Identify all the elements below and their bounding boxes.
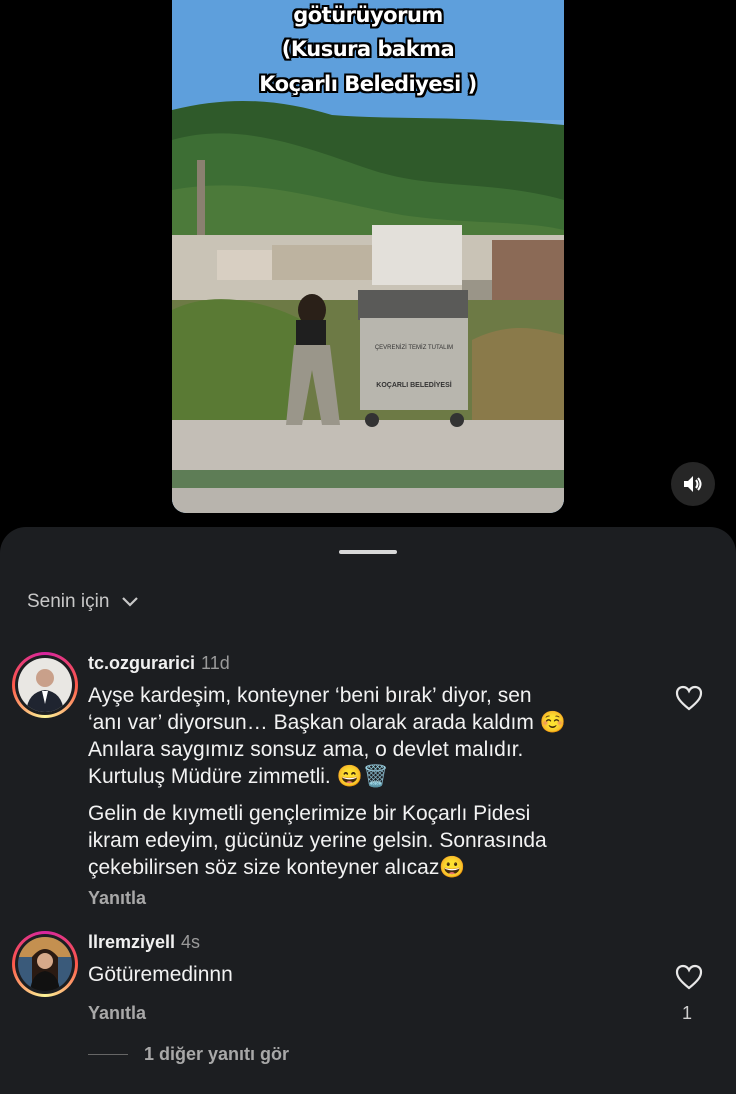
avatar-image	[18, 658, 72, 712]
reply-button[interactable]: Yanıtla	[88, 1003, 146, 1024]
view-more-replies-label: 1 diğer yanıtı gör	[144, 1044, 290, 1064]
sort-filter-dropdown[interactable]: Senin için	[27, 591, 139, 613]
drag-handle[interactable]	[339, 550, 397, 554]
comment-line: Kurtuluş Müdüre zimmetli. 😄🗑️	[88, 765, 389, 788]
comment-username[interactable]: tc.ozgurarici 11d	[88, 653, 230, 674]
comment-text: Ayşe kardeşim, konteyner ‘beni bırak’ di…	[88, 682, 648, 881]
view-more-replies[interactable]: 1 diğer yanıtı gör	[88, 1044, 289, 1065]
divider	[88, 1054, 128, 1055]
comment-text: Götüremedinnn	[88, 963, 233, 986]
chevron-down-icon	[122, 597, 139, 607]
comment-line: ‘anı var’ diyorsun… Başkan olarak arada …	[88, 711, 566, 734]
comment-time: 11d	[201, 653, 230, 673]
comment-line: Gelin de kıymetli gençlerimize bir Koçar…	[88, 802, 531, 825]
avatar-image	[18, 937, 72, 991]
sort-filter-label: Senin için	[27, 591, 110, 612]
comment-line: Ayşe kardeşim, konteyner ‘beni bırak’ di…	[88, 684, 532, 707]
video-caption-line-1: götürüyorum	[293, 3, 443, 27]
username-text: tc.ozgurarici	[88, 653, 196, 673]
bin-sublabel: ÇEVRENİZİ TEMİZ TUTALIM	[374, 345, 454, 351]
avatar[interactable]	[12, 652, 78, 718]
comment-time: 4s	[181, 932, 201, 952]
comment-username[interactable]: llremziyell 4s	[88, 932, 200, 953]
comment-line: ikram edeyim, gücünüz yerine gelsin. Son…	[88, 829, 547, 852]
comment-line: Anılara saygımız sonsuz ama, o devlet ma…	[88, 738, 524, 761]
like-count: 1	[682, 1003, 693, 1023]
avatar[interactable]	[12, 931, 78, 997]
reply-button[interactable]: Yanıtla	[88, 888, 146, 909]
mute-button[interactable]	[671, 462, 715, 506]
comment-line: çekebilirsen söz size konteyner alıcaz😀	[88, 856, 466, 879]
video-caption-line-3: Koçarlı Belediyesi )	[259, 72, 477, 96]
heart-icon[interactable]	[675, 964, 703, 990]
username-text: llremziyell	[88, 932, 176, 952]
heart-icon[interactable]	[675, 685, 703, 711]
video-caption-line-2: (Kusura bakma	[281, 37, 455, 61]
speaker-icon	[684, 476, 702, 492]
reel-video[interactable]: götürüyorum (Kusura bakma Koçarlı Beledi…	[172, 0, 564, 513]
bin-label: KOÇARLI BELEDİYESİ	[376, 382, 452, 389]
